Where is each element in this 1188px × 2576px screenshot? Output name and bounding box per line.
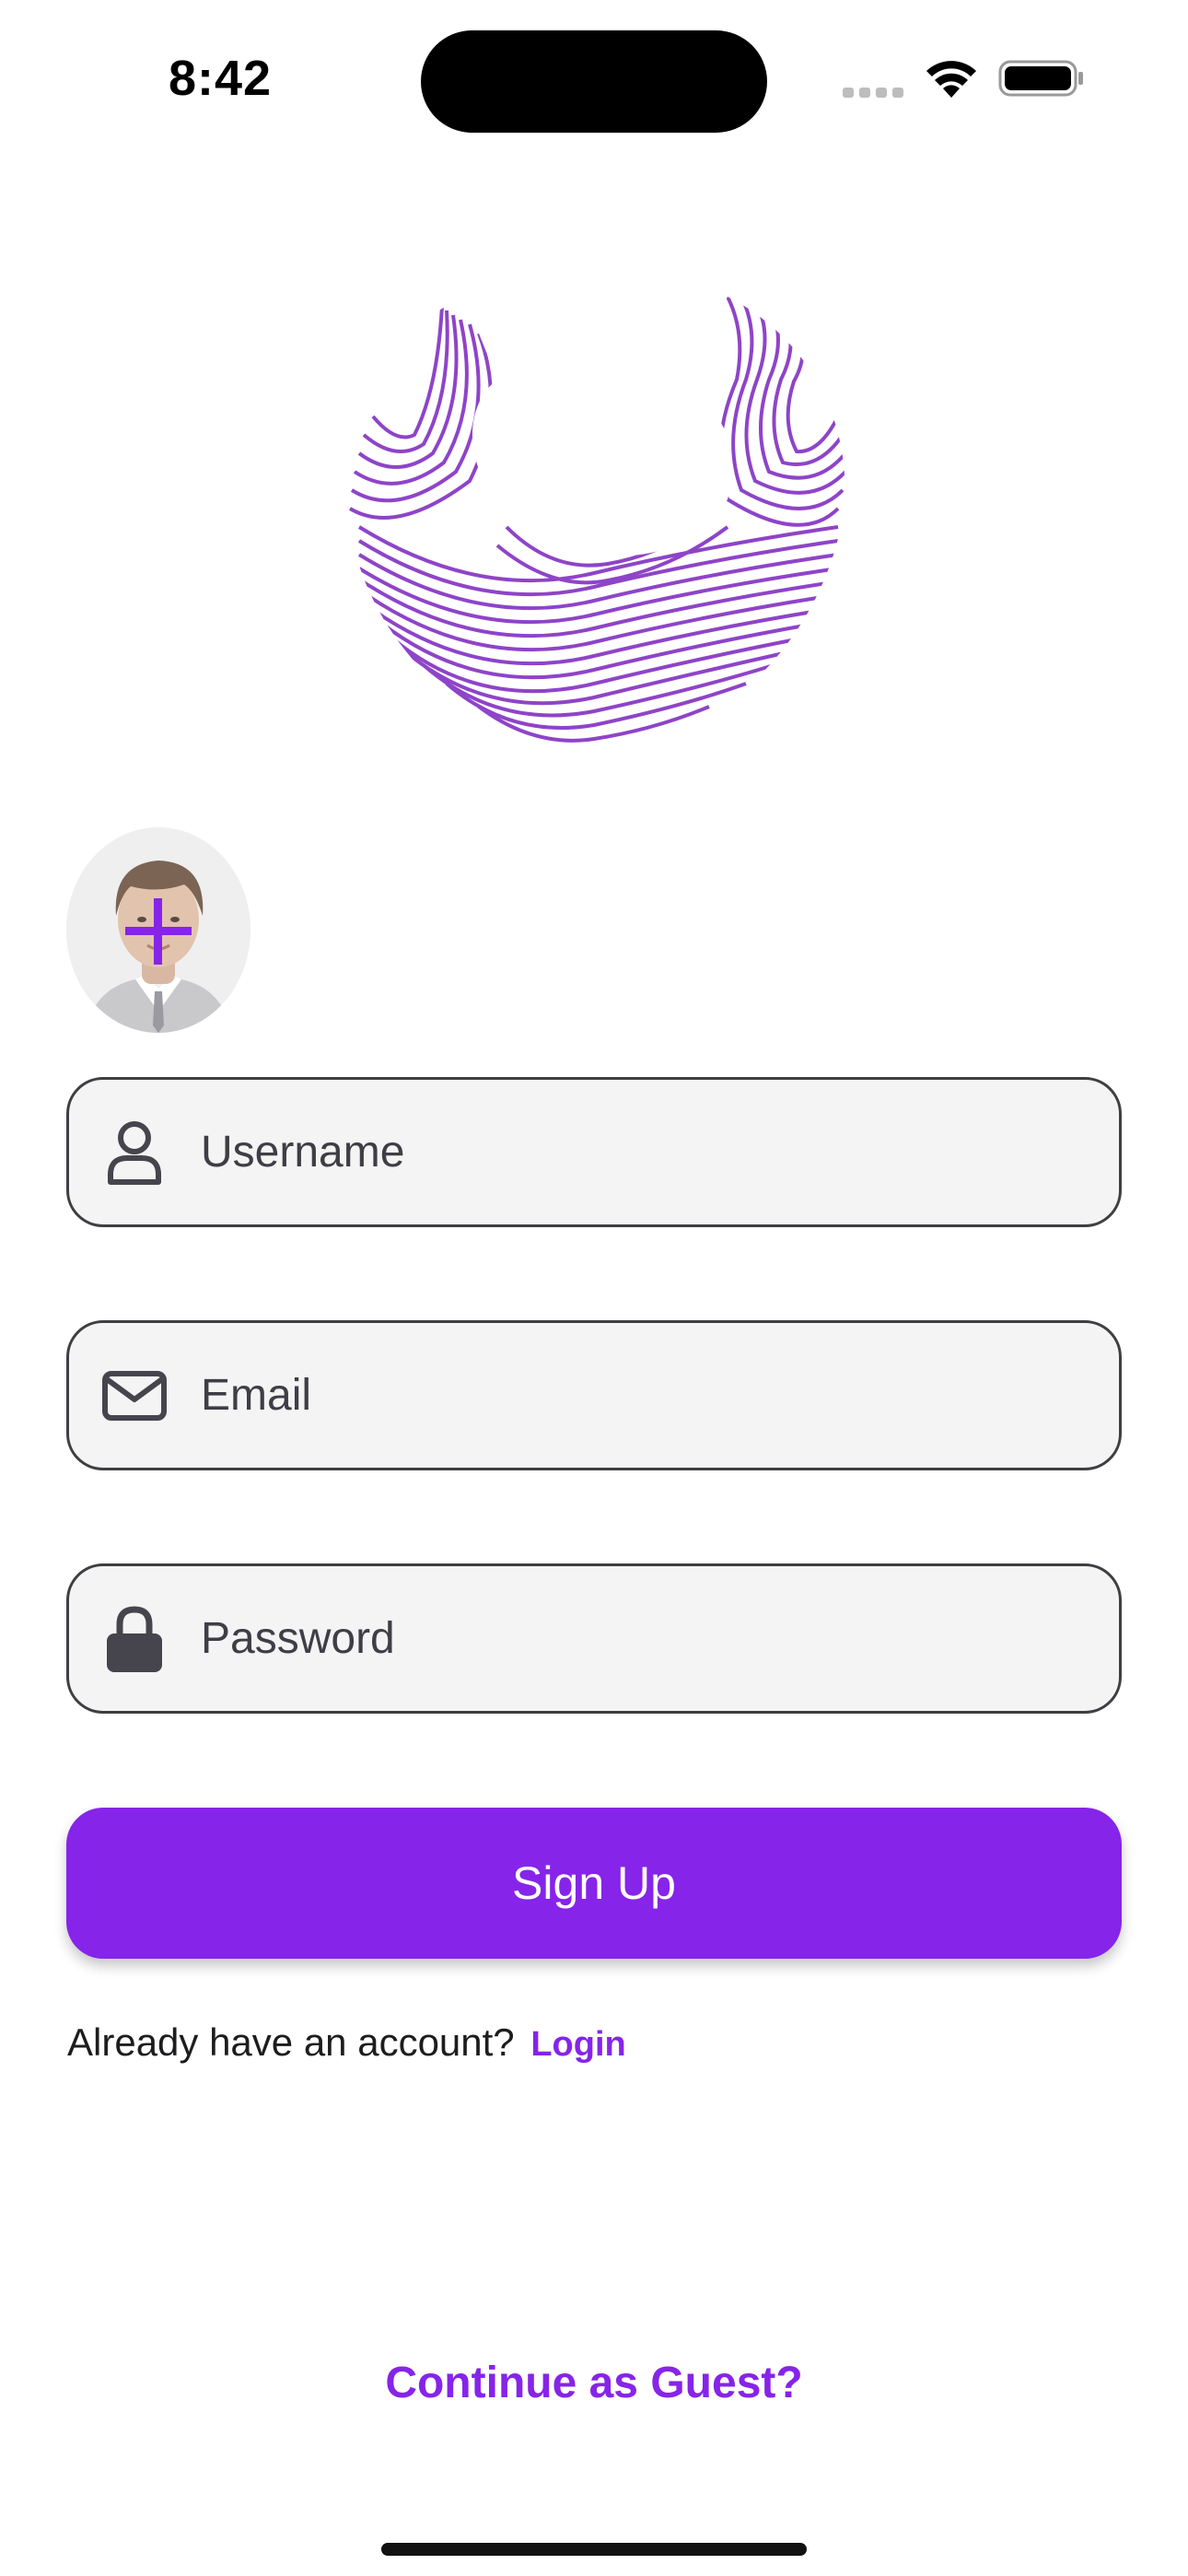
sign-up-button[interactable]: Sign Up [66, 1808, 1122, 1959]
login-prompt: Already have an account? Login [67, 2020, 626, 2065]
email-input[interactable] [201, 1323, 1091, 1468]
dynamic-island [421, 30, 767, 133]
envelope-icon [101, 1363, 168, 1429]
plus-icon[interactable] [123, 896, 193, 966]
wifi-icon [926, 61, 976, 98]
cellular-signal-icon [843, 87, 905, 98]
person-icon [101, 1119, 168, 1186]
swirl-sphere-logo [348, 297, 845, 743]
continue-as-guest-link[interactable]: Continue as Guest? [0, 2358, 1188, 2408]
lock-icon [101, 1605, 168, 1672]
home-indicator[interactable] [381, 2543, 807, 2556]
battery-icon [998, 60, 1083, 97]
email-field[interactable] [66, 1320, 1122, 1470]
login-link[interactable]: Login [530, 2025, 625, 2064]
signup-screen: 8:42 Username Email Sign Up Already have… [0, 0, 1188, 2576]
username-input[interactable] [201, 1080, 1091, 1224]
username-field[interactable] [66, 1077, 1122, 1227]
password-field[interactable] [66, 1563, 1122, 1714]
status-bar-time: 8:42 [169, 51, 273, 106]
password-input[interactable] [201, 1566, 1091, 1711]
login-prompt-text: Already have an account? [67, 2020, 515, 2064]
